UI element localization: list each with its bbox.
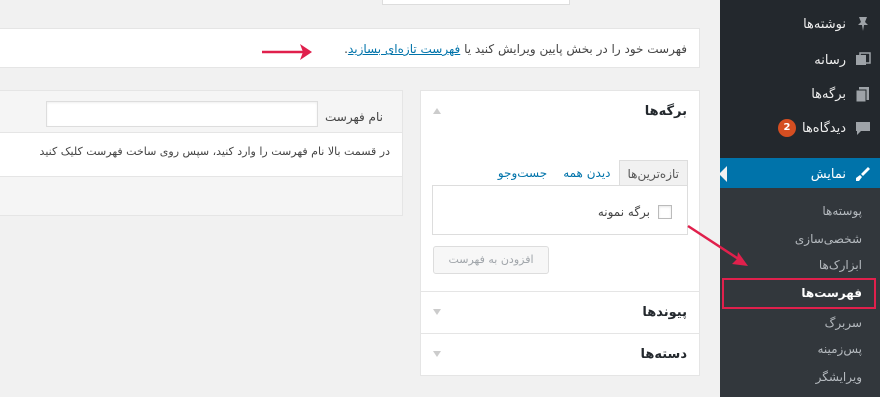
tab-most-recent[interactable]: تازه‌ترین‌ها xyxy=(618,160,688,186)
page-checkbox-label: برگه نمونه xyxy=(597,205,650,219)
pages-tabs: تازه‌ترین‌ها دیدن همه جست‌وجو xyxy=(432,160,688,186)
notice-arrow-icon xyxy=(262,44,312,60)
pin-icon xyxy=(852,13,874,35)
categories-metabox-title: دسته‌ها xyxy=(640,347,687,362)
menu-editor-body: در قسمت بالا نام فهرست را وارد کنید، سپس… xyxy=(0,133,402,177)
media-icon xyxy=(852,49,874,71)
page-checkbox-row[interactable]: برگه نمونه xyxy=(432,204,688,220)
create-new-menu-link[interactable]: فهرست تازه‌ای بسازید xyxy=(348,42,460,56)
sidebar-item-appearance[interactable]: نمایش xyxy=(719,158,880,190)
pages-icon xyxy=(852,83,874,105)
comments-count-badge: 2 xyxy=(777,119,796,137)
categories-metabox-header[interactable]: دسته‌ها xyxy=(421,334,699,376)
links-metabox[interactable]: پیوندها xyxy=(420,292,700,334)
submenu-item-themes[interactable]: پوسته‌ها xyxy=(720,198,880,224)
links-metabox-title: پیوندها xyxy=(642,305,687,320)
comments-icon xyxy=(852,117,874,139)
pages-metabox-title: برگه‌ها xyxy=(644,104,687,119)
sidebar-item-label: نوشته‌ها xyxy=(803,16,846,32)
sidebar-item-posts[interactable]: نوشته‌ها xyxy=(720,8,880,40)
add-to-menu-button[interactable]: افزودن به فهرست xyxy=(433,246,549,274)
menu-name-label: نام فهرست xyxy=(325,110,383,124)
expand-down-icon[interactable] xyxy=(433,309,441,315)
sidebar-item-label: دیدگاه‌ها xyxy=(801,120,846,136)
screen-options-strip xyxy=(0,0,720,6)
active-menu-arrow xyxy=(719,166,727,182)
pages-metabox-header[interactable]: برگه‌ها xyxy=(421,91,699,133)
admin-sidebar: نوشته‌ها رسانه برگه‌ها دیدگاه‌ها 2 نمایش… xyxy=(719,0,880,397)
sidebar-item-pages[interactable]: برگه‌ها xyxy=(720,78,880,110)
categories-metabox[interactable]: دسته‌ها xyxy=(420,334,700,376)
menus-arrow-icon xyxy=(687,224,748,266)
submenu-item-background[interactable]: پس‌زمینه xyxy=(720,336,880,362)
tab-view-all[interactable]: دیدن همه xyxy=(555,160,618,186)
collapse-up-icon[interactable] xyxy=(433,108,441,114)
sidebar-item-label: نمایش xyxy=(810,166,846,182)
menu-editor-footer xyxy=(0,177,402,215)
menus-highlight-box xyxy=(722,278,876,309)
sidebar-item-label: برگه‌ها xyxy=(811,86,846,102)
notice-text: فهرست خود را در بخش پایین ویرایش کنید یا xyxy=(464,42,687,56)
expand-down-icon[interactable] xyxy=(433,351,441,357)
sidebar-item-label: رسانه xyxy=(814,52,846,68)
sidebar-item-media[interactable]: رسانه xyxy=(720,44,880,76)
screen-options-tab[interactable] xyxy=(382,0,570,5)
appearance-icon xyxy=(852,163,874,185)
sidebar-item-comments[interactable]: دیدگاه‌ها 2 xyxy=(720,112,880,144)
links-metabox-header[interactable]: پیوندها xyxy=(421,292,699,334)
page-checkbox[interactable] xyxy=(658,205,672,219)
submenu-item-editor[interactable]: ویرایشگر xyxy=(720,364,880,390)
menu-name-input[interactable] xyxy=(46,101,318,127)
edit-menus-notice: فهرست خود را در بخش پایین ویرایش کنید یا… xyxy=(0,28,700,68)
tab-search[interactable]: جست‌وجو xyxy=(490,160,555,186)
submenu-item-header[interactable]: سربرگ xyxy=(720,310,880,336)
